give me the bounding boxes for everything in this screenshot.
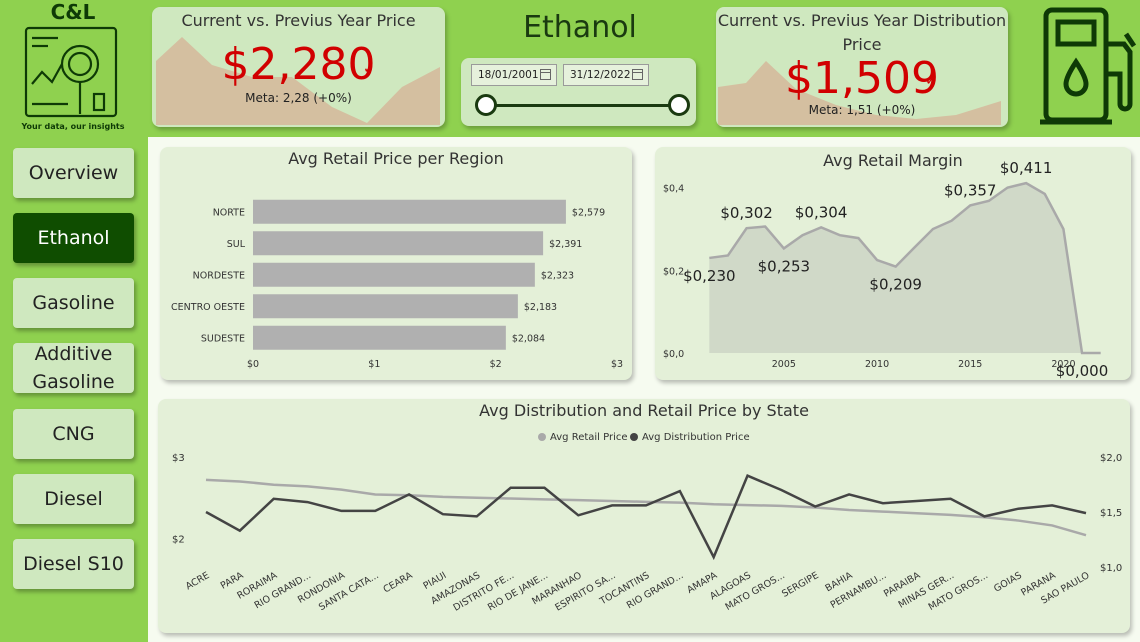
bar bbox=[253, 325, 506, 350]
down-check-icon: ✓ bbox=[363, 61, 375, 77]
bar bbox=[253, 231, 544, 256]
margin-data-label: $0,230 bbox=[683, 267, 736, 285]
margin-data-label: $0,304 bbox=[795, 203, 848, 221]
nav-overview[interactable]: Overview bbox=[13, 148, 134, 198]
y-right-tick-label: $2,0 bbox=[1100, 453, 1122, 464]
x-category-label: CEARA bbox=[381, 570, 415, 596]
bar-value-label: $2,579 bbox=[572, 207, 605, 218]
kpi-retail-value: $2,280 bbox=[221, 39, 376, 90]
y-right-tick-label: $1,0 bbox=[1100, 563, 1122, 574]
bar bbox=[253, 294, 518, 319]
logo: C&L Your data, our insights bbox=[18, 0, 128, 134]
margin-data-label: $0,411 bbox=[1000, 159, 1053, 177]
y-tick-label: $0,2 bbox=[663, 266, 684, 277]
bar-value-label: $2,084 bbox=[512, 333, 545, 344]
retail-price-region-card: Avg Retail Price per Region NORTE $2,579 S… bbox=[160, 147, 632, 380]
calendar-icon[interactable] bbox=[540, 69, 551, 80]
legend-label-distribution: Avg Distribution Price bbox=[642, 432, 750, 443]
state-price-card: Avg Distribution and Retail Price by Sta… bbox=[158, 399, 1130, 633]
bar-category-label: CENTRO OESTE bbox=[171, 302, 245, 313]
x-category-label: SERGIPE bbox=[780, 570, 821, 600]
nav-gasoline[interactable]: Gasoline bbox=[13, 278, 134, 328]
x-tick-label: 2010 bbox=[865, 359, 889, 370]
legend-marker-distribution bbox=[630, 433, 638, 441]
bar-category-label: SUL bbox=[227, 239, 246, 250]
x-category-label: GOIAS bbox=[992, 570, 1024, 595]
x-category-label: MATO GROS... bbox=[927, 570, 990, 613]
kpi-distribution-meta: Meta: 1,51 (+0%) bbox=[808, 103, 916, 117]
bar bbox=[253, 199, 566, 224]
x-tick-label: 2005 bbox=[772, 359, 796, 370]
logo-tagline: Your data, our insights bbox=[21, 122, 125, 131]
margin-data-label: $0,000 bbox=[1056, 362, 1109, 380]
kpi-distribution-card: Current vs. Previus Year Distribution Pr… bbox=[716, 7, 1008, 127]
x-category-label: MATO GROS... bbox=[724, 570, 787, 613]
kpi-retail-card: Current vs. Previus Year Price $2,280 ✓ … bbox=[152, 7, 445, 127]
kpi-retail-meta: Meta: 2,28 (+0%) bbox=[245, 91, 352, 105]
x-category-label: SANTA CATA... bbox=[317, 570, 381, 613]
legend-marker-retail bbox=[538, 433, 546, 441]
nav-diesel[interactable]: Diesel bbox=[13, 474, 134, 524]
bar-category-label: SUDESTE bbox=[201, 333, 245, 344]
slider-handle-start[interactable] bbox=[475, 94, 497, 116]
y-left-tick-label: $3 bbox=[172, 453, 185, 464]
page-title: Ethanol bbox=[523, 10, 637, 45]
y-tick-label: $0,0 bbox=[663, 349, 684, 360]
bar-value-label: $2,323 bbox=[541, 270, 574, 281]
margin-area-chart: $0,0$0,2$0,42005 2010 2015 2020$0,230$0,302… bbox=[663, 159, 1109, 380]
kpi-retail-title: Current vs. Previus Year Price bbox=[181, 11, 416, 30]
down-check-icon: ✓ bbox=[925, 73, 937, 89]
legend-label-retail: Avg Retail Price bbox=[550, 432, 628, 443]
y-tick-label: $0,4 bbox=[663, 184, 684, 195]
bar-value-label: $2,391 bbox=[549, 239, 582, 250]
nav-cng[interactable]: CNG bbox=[13, 409, 134, 459]
y-left-tick-label: $2 bbox=[172, 534, 185, 545]
margin-data-label: $0,253 bbox=[758, 257, 811, 275]
series-line-distribution bbox=[205, 474, 1087, 561]
date-end-value: 31/12/2022 bbox=[570, 69, 631, 81]
slider-handle-end[interactable] bbox=[668, 94, 690, 116]
calendar-icon[interactable] bbox=[632, 69, 643, 80]
x-tick-label: $1 bbox=[368, 359, 380, 370]
nav-diesel-s10[interactable]: Diesel S10 bbox=[13, 539, 134, 589]
date-end-input[interactable]: 31/12/2022 bbox=[563, 64, 649, 86]
x-tick-label: $0 bbox=[247, 359, 259, 370]
kpi-distribution-title: Current vs. Previus Year Distribution Pr… bbox=[717, 11, 1007, 54]
region-bar-chart: NORTE $2,579 SUL $2,391 NORDESTE $2,323 CENTRO… bbox=[171, 199, 623, 370]
x-tick-label: 2015 bbox=[958, 359, 982, 370]
retail-margin-card: Avg Retail Margin $0,0 $0,2 $0,4 2005 2010 20… bbox=[655, 147, 1131, 380]
state-line-chart: Avg Retail Price Avg Distribution Price $3… bbox=[172, 432, 1122, 614]
date-start-value: 18/01/2001 bbox=[478, 69, 539, 81]
y-right-tick-label: $1,5 bbox=[1100, 508, 1122, 519]
magnifier-chart-icon bbox=[24, 26, 118, 118]
x-tick-label: $2 bbox=[490, 359, 502, 370]
bar-value-label: $2,183 bbox=[524, 302, 557, 313]
x-tick-label: $3 bbox=[611, 359, 623, 370]
logo-title: C&L bbox=[50, 0, 96, 24]
slider-track[interactable] bbox=[485, 104, 680, 107]
nav-additive-gasoline[interactable]: Additive Gasoline bbox=[13, 343, 134, 393]
x-category-label: ACRE bbox=[184, 570, 212, 592]
margin-data-label: $0,209 bbox=[869, 276, 922, 294]
margin-data-label: $0,302 bbox=[720, 204, 773, 222]
bar bbox=[253, 262, 535, 287]
bar-category-label: NORTE bbox=[213, 207, 245, 218]
fuel-pump-icon bbox=[1040, 7, 1137, 125]
margin-data-label: $0,357 bbox=[944, 181, 997, 199]
bar-category-label: NORDESTE bbox=[193, 270, 245, 281]
nav-ethanol[interactable]: Ethanol bbox=[13, 213, 134, 263]
kpi-distribution-value: $1,509 bbox=[785, 53, 939, 104]
date-start-input[interactable]: 18/01/2001 bbox=[471, 64, 557, 86]
date-slicer[interactable]: 18/01/2001 31/12/2022 bbox=[461, 58, 696, 126]
series-line-retail bbox=[205, 478, 1087, 537]
